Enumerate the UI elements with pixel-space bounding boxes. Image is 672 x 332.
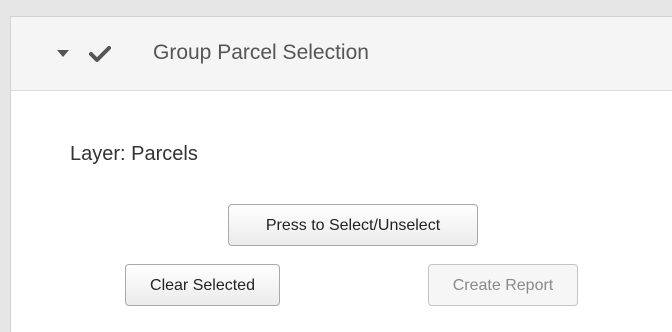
create-report-button[interactable]: Create Report [428,264,578,306]
caret-down-icon[interactable] [57,50,69,57]
panel-header[interactable]: Group Parcel Selection [11,17,672,91]
select-unselect-button[interactable]: Press to Select/Unselect [228,204,478,246]
checkmark-icon[interactable] [89,45,111,63]
widget-panel: Group Parcel Selection Layer: Parcels Pr… [10,16,672,332]
panel-title: Group Parcel Selection [153,41,369,64]
clear-selected-button[interactable]: Clear Selected [125,264,280,306]
layer-label: Layer: Parcels [70,143,198,165]
